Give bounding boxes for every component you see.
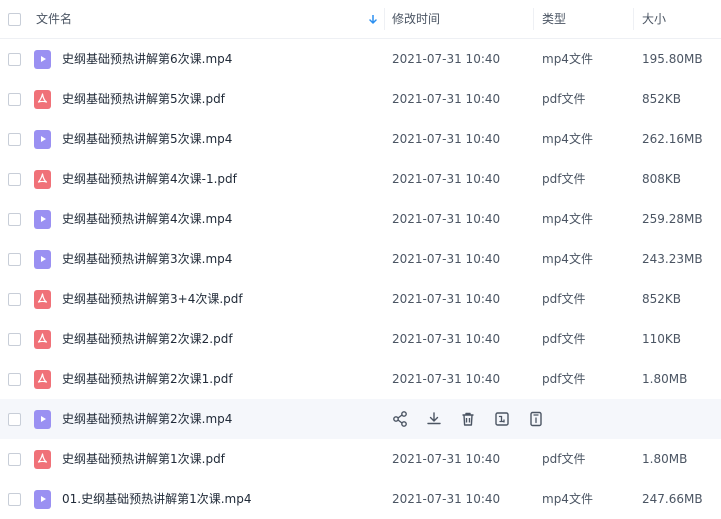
- row-checkbox[interactable]: [8, 253, 21, 266]
- file-type: pdf文件: [542, 332, 586, 346]
- modified-time: 2021-07-31 10:40: [392, 372, 501, 386]
- file-size: 243.23MB: [642, 252, 703, 266]
- file-type: mp4文件: [542, 252, 593, 266]
- file-name[interactable]: 史纲基础预热讲解第4次课-1.pdf: [62, 159, 237, 199]
- file-type: pdf文件: [542, 172, 586, 186]
- row-checkbox[interactable]: [8, 173, 21, 186]
- file-row[interactable]: 史纲基础预热讲解第3+4次课.pdf 2021-07-31 10:40 pdf文件 8…: [0, 279, 721, 319]
- file-name[interactable]: 史纲基础预热讲解第2次课.mp4: [62, 399, 232, 439]
- file-type: mp4文件: [542, 132, 593, 146]
- video-file-icon: [34, 410, 51, 429]
- file-name[interactable]: 史纲基础预热讲解第1次课.pdf: [62, 439, 225, 479]
- row-checkbox[interactable]: [8, 413, 21, 426]
- pdf-file-icon: [34, 370, 51, 389]
- rename-icon[interactable]: [493, 410, 511, 428]
- file-row[interactable]: 史纲基础预热讲解第2次课.mp4: [0, 399, 721, 439]
- column-separator: [384, 8, 385, 30]
- file-row[interactable]: 史纲基础预热讲解第1次课.pdf 2021-07-31 10:40 pdf文件 1.8…: [0, 439, 721, 479]
- modified-time: 2021-07-31 10:40: [392, 132, 501, 146]
- file-name-column-header[interactable]: 文件名: [36, 0, 72, 38]
- file-list-table: 文件名 修改时间 类型 大小 史纲基础预热讲解第6次课.mp4 2021-07-3…: [0, 0, 721, 513]
- pdf-file-icon: [34, 290, 51, 309]
- file-row[interactable]: 01.史纲基础预热讲解第1次课.mp4 2021-07-31 10:40 mp4文件…: [0, 479, 721, 519]
- file-row[interactable]: 史纲基础预热讲解第6次课.mp4 2021-07-31 10:40 mp4文件 195…: [0, 39, 721, 79]
- row-checkbox[interactable]: [8, 373, 21, 386]
- file-type: pdf文件: [542, 452, 586, 466]
- file-name[interactable]: 史纲基础预热讲解第2次课1.pdf: [62, 359, 233, 399]
- video-file-icon: [34, 250, 51, 269]
- pdf-file-icon: [34, 450, 51, 469]
- file-size: 195.80MB: [642, 52, 703, 66]
- video-file-icon: [34, 210, 51, 229]
- file-type: mp4文件: [542, 492, 593, 506]
- row-checkbox[interactable]: [8, 333, 21, 346]
- file-row[interactable]: 史纲基础预热讲解第2次课1.pdf 2021-07-31 10:40 pdf文件 1.…: [0, 359, 721, 399]
- modified-time: 2021-07-31 10:40: [392, 92, 501, 106]
- modified-time: 2021-07-31 10:40: [392, 212, 501, 226]
- row-checkbox[interactable]: [8, 213, 21, 226]
- pdf-file-icon: [34, 330, 51, 349]
- file-type: pdf文件: [542, 292, 586, 306]
- file-name[interactable]: 史纲基础预热讲解第3+4次课.pdf: [62, 279, 243, 319]
- row-checkbox[interactable]: [8, 133, 21, 146]
- modified-time: 2021-07-31 10:40: [392, 292, 501, 306]
- file-type: pdf文件: [542, 372, 586, 386]
- row-checkbox[interactable]: [8, 293, 21, 306]
- modified-time: 2021-07-31 10:40: [392, 332, 501, 346]
- file-size: 1.80MB: [642, 452, 688, 466]
- file-size: 259.28MB: [642, 212, 703, 226]
- file-size: 262.16MB: [642, 132, 703, 146]
- row-checkbox[interactable]: [8, 453, 21, 466]
- size-column-header[interactable]: 大小: [642, 0, 666, 38]
- file-name[interactable]: 史纲基础预热讲解第3次课.mp4: [62, 239, 232, 279]
- file-size: 1.80MB: [642, 372, 688, 386]
- row-checkbox[interactable]: [8, 53, 21, 66]
- delete-icon[interactable]: [459, 410, 477, 428]
- modified-time-column-header[interactable]: 修改时间: [392, 0, 440, 38]
- file-name[interactable]: 01.史纲基础预热讲解第1次课.mp4: [62, 479, 251, 519]
- sort-descending-icon[interactable]: [369, 15, 377, 25]
- download-icon[interactable]: [425, 410, 443, 428]
- modified-time: 2021-07-31 10:40: [392, 52, 501, 66]
- table-header: 文件名 修改时间 类型 大小: [0, 0, 721, 39]
- more-icon[interactable]: [527, 410, 545, 428]
- modified-time: 2021-07-31 10:40: [392, 452, 501, 466]
- file-row[interactable]: 史纲基础预热讲解第4次课.mp4 2021-07-31 10:40 mp4文件 259…: [0, 199, 721, 239]
- file-type: mp4文件: [542, 212, 593, 226]
- modified-time: 2021-07-31 10:40: [392, 172, 501, 186]
- file-name[interactable]: 史纲基础预热讲解第5次课.mp4: [62, 119, 232, 159]
- video-file-icon: [34, 130, 51, 149]
- pdf-file-icon: [34, 90, 51, 109]
- file-name[interactable]: 史纲基础预热讲解第4次课.mp4: [62, 199, 232, 239]
- file-type: pdf文件: [542, 92, 586, 106]
- file-size: 852KB: [642, 92, 682, 106]
- file-row[interactable]: 史纲基础预热讲解第2次课2.pdf 2021-07-31 10:40 pdf文件 11…: [0, 319, 721, 359]
- file-row[interactable]: 史纲基础预热讲解第5次课.mp4 2021-07-31 10:40 mp4文件 262…: [0, 119, 721, 159]
- video-file-icon: [34, 490, 51, 509]
- type-column-header[interactable]: 类型: [542, 0, 566, 38]
- modified-time: 2021-07-31 10:40: [392, 252, 501, 266]
- video-file-icon: [34, 50, 51, 69]
- pdf-file-icon: [34, 170, 51, 189]
- modified-time: 2021-07-31 10:40: [392, 492, 501, 506]
- file-size: 852KB: [642, 292, 682, 306]
- file-size: 808KB: [642, 172, 682, 186]
- share-icon[interactable]: [391, 410, 409, 428]
- column-separator: [633, 8, 634, 30]
- file-name[interactable]: 史纲基础预热讲解第5次课.pdf: [62, 79, 225, 119]
- file-name[interactable]: 史纲基础预热讲解第2次课2.pdf: [62, 319, 233, 359]
- file-row[interactable]: 史纲基础预热讲解第5次课.pdf 2021-07-31 10:40 pdf文件 852…: [0, 79, 721, 119]
- row-checkbox[interactable]: [8, 93, 21, 106]
- column-separator: [533, 8, 534, 30]
- row-checkbox[interactable]: [8, 493, 21, 506]
- file-size: 110KB: [642, 332, 682, 346]
- select-all-checkbox[interactable]: [8, 13, 21, 26]
- file-name[interactable]: 史纲基础预热讲解第6次课.mp4: [62, 39, 232, 79]
- file-row[interactable]: 史纲基础预热讲解第3次课.mp4 2021-07-31 10:40 mp4文件 243…: [0, 239, 721, 279]
- file-type: mp4文件: [542, 52, 593, 66]
- file-row[interactable]: 史纲基础预热讲解第4次课-1.pdf 2021-07-31 10:40 pdf文件 8…: [0, 159, 721, 199]
- file-size: 247.66MB: [642, 492, 703, 506]
